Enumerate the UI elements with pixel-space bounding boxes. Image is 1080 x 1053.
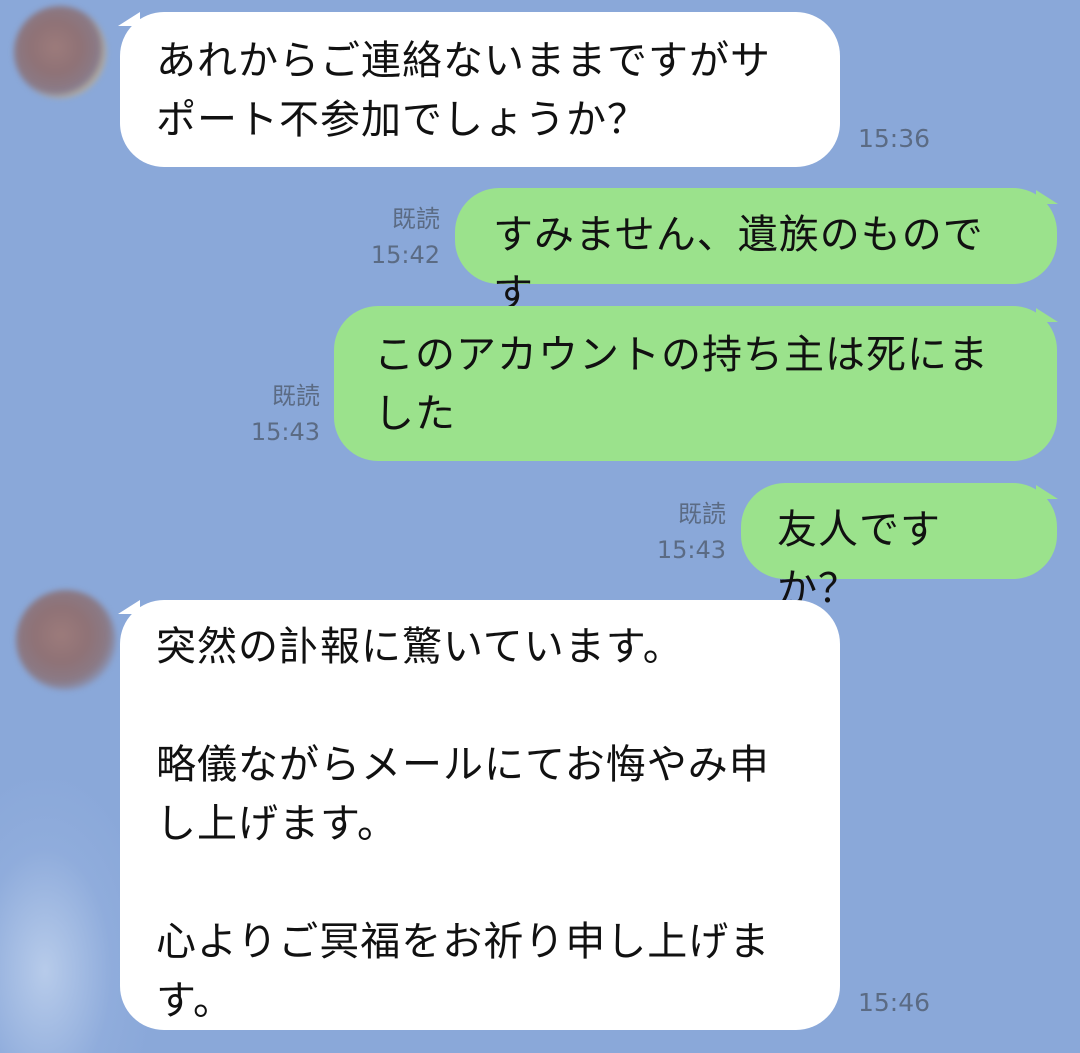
outgoing-message-bubble[interactable]: すみません、遺族のものです bbox=[455, 188, 1057, 317]
sender-avatar[interactable] bbox=[14, 6, 106, 98]
chat-message-area[interactable]: あれからご連絡ないままですがサ ポート不参加でしょうか？ 15:36 既読 15… bbox=[0, 0, 1080, 1053]
read-receipt: 既読 15:43 bbox=[220, 378, 320, 450]
message-timestamp: 15:43 bbox=[250, 418, 320, 446]
read-receipt: 既読 15:42 bbox=[340, 201, 440, 273]
read-label: 既読 bbox=[392, 205, 440, 233]
read-label: 既読 bbox=[678, 500, 726, 528]
incoming-message-bubble[interactable]: あれからご連絡ないままですがサ ポート不参加でしょうか？ bbox=[120, 12, 840, 167]
message-timestamp: 15:43 bbox=[656, 536, 726, 564]
message-timestamp: 15:46 bbox=[858, 988, 931, 1017]
bubble-tail bbox=[1036, 308, 1058, 322]
outgoing-message-bubble[interactable]: 友人ですか？ bbox=[741, 483, 1057, 612]
sender-avatar[interactable] bbox=[16, 590, 116, 690]
incoming-message-bubble[interactable]: 突然の訃報に驚いています。 略儀ながらメールにてお悔やみ申 し上げます。 心より… bbox=[120, 600, 840, 1030]
outgoing-message-bubble[interactable]: このアカウントの持ち主は死にま した bbox=[334, 306, 1057, 461]
message-timestamp: 15:42 bbox=[370, 241, 440, 269]
bubble-tail bbox=[1036, 485, 1058, 499]
read-receipt: 既読 15:43 bbox=[626, 496, 726, 568]
bubble-tail bbox=[1036, 190, 1058, 204]
message-timestamp: 15:36 bbox=[858, 124, 931, 153]
read-label: 既読 bbox=[272, 382, 320, 410]
